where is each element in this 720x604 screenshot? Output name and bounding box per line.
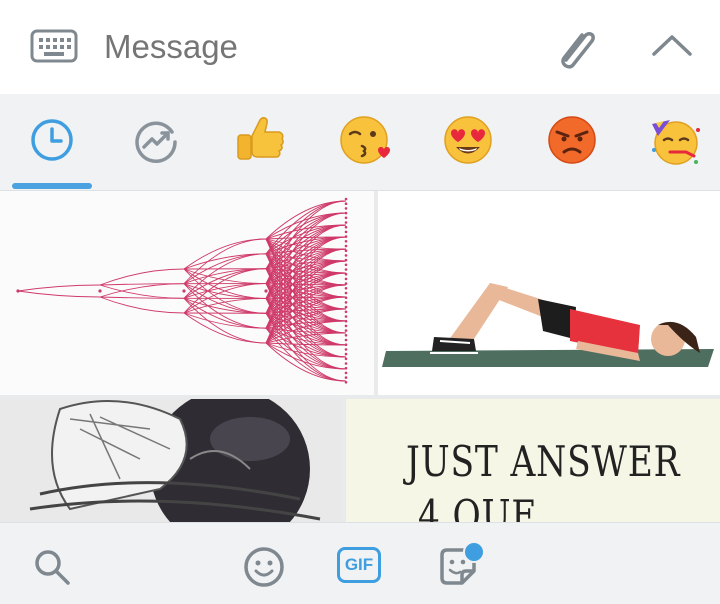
tree-node: [345, 240, 348, 243]
tree-node: [345, 254, 348, 257]
clock-icon: [22, 110, 82, 170]
tree-node: [345, 348, 348, 351]
paperclip-icon[interactable]: [552, 20, 600, 74]
partying-face-emoji: [646, 110, 706, 170]
bottom-toolbar: GIF: [0, 522, 720, 604]
tab-party[interactable]: [646, 110, 706, 170]
tree-branch: [100, 269, 184, 285]
tree-node: [345, 353, 348, 356]
tab-angry[interactable]: [542, 110, 602, 170]
tree-node: [345, 231, 348, 234]
tree-node: [345, 212, 348, 215]
heart-eyes-emoji: [438, 110, 498, 170]
tree-node: [345, 306, 348, 309]
tree-node: [345, 202, 348, 205]
tree-node: [345, 334, 348, 337]
tree-node: [345, 343, 348, 346]
tree-node: [345, 264, 348, 267]
tree-node: [345, 329, 348, 332]
angry-face-emoji: [542, 110, 602, 170]
tree-node: [345, 296, 348, 299]
tab-heart-eyes[interactable]: [438, 110, 498, 170]
tree-node: [345, 245, 348, 248]
tree-node: [345, 381, 348, 384]
tree-node: [182, 289, 185, 292]
thumbs-up-emoji: [230, 110, 290, 170]
gif-result-tree[interactable]: [0, 191, 374, 395]
tree-node: [345, 311, 348, 314]
message-bar: [0, 0, 720, 94]
tree-node: [345, 325, 348, 328]
tree-branch: [18, 291, 100, 297]
gif-tab-button[interactable]: GIF: [337, 547, 381, 583]
tab-trending[interactable]: [126, 110, 186, 170]
tree-node: [345, 358, 348, 361]
tree-node: [345, 249, 348, 252]
gif-result-hug[interactable]: [0, 399, 342, 522]
tree-node: [345, 372, 348, 375]
gif-result-exercise[interactable]: [378, 191, 720, 395]
tree-node: [98, 289, 101, 292]
tree-node: [345, 362, 348, 365]
tree-node: [264, 289, 267, 292]
tree-node: [345, 301, 348, 304]
tree-node: [345, 268, 348, 271]
tree-node: [345, 278, 348, 281]
tree-branch: [266, 343, 346, 381]
face-blowing-kiss-emoji: [334, 110, 394, 170]
trending-icon: [126, 110, 186, 170]
tree-node: [345, 287, 348, 290]
chevron-up-icon[interactable]: [648, 28, 696, 64]
tree-node: [345, 315, 348, 318]
branching-tree-gif: [0, 191, 374, 395]
tree-node: [345, 292, 348, 295]
tree-node: [345, 235, 348, 238]
selected-tab-indicator: [12, 183, 92, 189]
tab-kiss[interactable]: [334, 110, 394, 170]
tree-node: [345, 259, 348, 262]
hug-illustration-gif: [0, 399, 342, 522]
tree-node: [345, 376, 348, 379]
gif-caption-line2: 4 QUE: [418, 495, 537, 522]
notification-dot: [463, 541, 485, 563]
tree-branch: [100, 297, 184, 313]
tree-node: [345, 207, 348, 210]
tree-branch: [266, 201, 346, 239]
keyboard-icon[interactable]: [30, 28, 78, 64]
tree-node: [345, 339, 348, 342]
tree-node: [345, 217, 348, 220]
gif-category-tabs: [0, 94, 720, 191]
glute-bridge-gif: [378, 191, 720, 395]
tree-node: [345, 282, 348, 285]
tree-node: [345, 273, 348, 276]
gif-caption-line1: JUST ANSWER: [406, 441, 680, 483]
gif-result-just-answer[interactable]: JUST ANSWER 4 QUE: [346, 399, 720, 522]
search-icon[interactable]: [30, 545, 74, 589]
tree-node: [345, 221, 348, 224]
tree-branch: [18, 285, 100, 291]
tab-recent[interactable]: [22, 110, 82, 170]
gif-results-grid: JUST ANSWER 4 QUE: [0, 191, 720, 522]
tree-node: [345, 320, 348, 323]
tree-node: [345, 198, 348, 201]
tree-node: [345, 367, 348, 370]
tree-node: [16, 289, 19, 292]
message-input[interactable]: [104, 22, 524, 72]
tree-node: [345, 226, 348, 229]
tab-thumbs-up[interactable]: [230, 110, 290, 170]
smiley-icon[interactable]: [242, 545, 286, 589]
